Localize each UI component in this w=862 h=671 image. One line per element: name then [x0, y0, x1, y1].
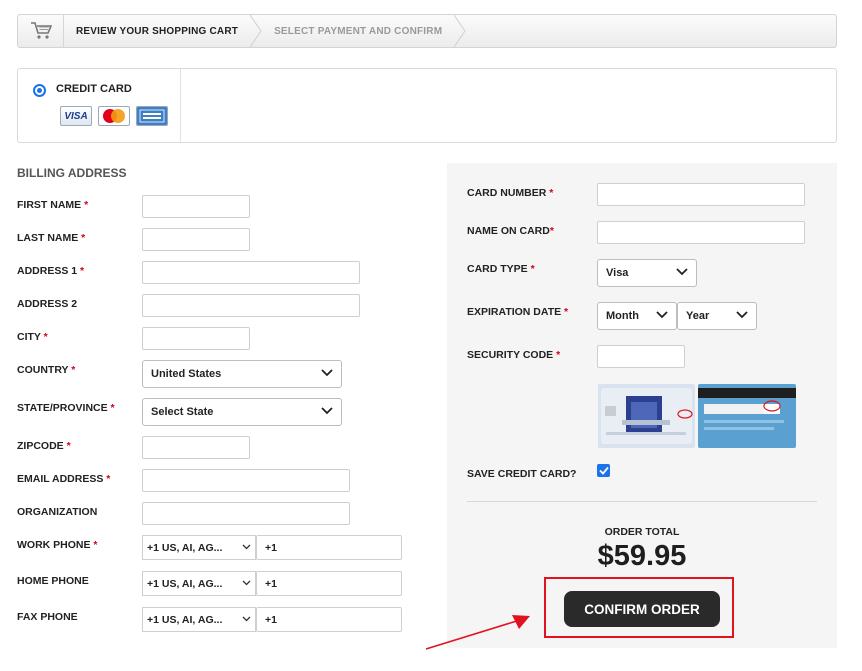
- credit-card-radio[interactable]: [33, 84, 46, 97]
- security-code-label: SECURITY CODE *: [467, 349, 561, 361]
- order-total-value: $59.95: [597, 540, 687, 572]
- card-number-input[interactable]: [597, 183, 805, 206]
- last-name-label: LAST NAME *: [17, 232, 86, 244]
- amex-security-code-illustration: [598, 384, 695, 448]
- home-phone-input[interactable]: +1: [256, 571, 402, 596]
- card-type-select[interactable]: Visa: [597, 259, 697, 287]
- address2-input[interactable]: [142, 294, 360, 317]
- expiration-month-value: Month: [606, 310, 639, 322]
- chevron-down-icon: [242, 616, 251, 622]
- state-label: STATE/PROVINCE *: [17, 402, 115, 414]
- chevron-down-icon: [676, 268, 688, 276]
- check-icon: [598, 466, 609, 475]
- card-number-label: CARD NUMBER *: [467, 187, 554, 199]
- email-label: EMAIL ADDRESS *: [17, 473, 111, 485]
- chevron-down-icon: [321, 407, 333, 415]
- card-type-value: Visa: [606, 267, 629, 279]
- expiration-year-select[interactable]: Year: [677, 302, 757, 330]
- breadcrumb-separator-icon: [454, 15, 466, 47]
- breadcrumb-separator-icon: [250, 15, 262, 47]
- name-on-card-label: NAME ON CARD*: [467, 225, 554, 237]
- mastercard-logo-icon: [98, 106, 130, 126]
- work-phone-input[interactable]: +1: [256, 535, 402, 560]
- country-label: COUNTRY *: [17, 364, 76, 376]
- chevron-down-icon: [242, 580, 251, 586]
- address1-label: ADDRESS 1 *: [17, 265, 85, 277]
- first-name-input[interactable]: [142, 195, 250, 218]
- chevron-down-icon: [321, 369, 333, 377]
- work-phone-label: WORK PHONE *: [17, 539, 98, 551]
- credit-card-option[interactable]: CREDIT CARD VISA: [18, 69, 181, 142]
- save-card-label: SAVE CREDIT CARD?: [467, 468, 577, 480]
- breadcrumb-step-payment: SELECT PAYMENT AND CONFIRM: [274, 25, 443, 37]
- confirm-order-button[interactable]: CONFIRM ORDER: [564, 591, 720, 627]
- chevron-down-icon: [656, 311, 668, 319]
- breadcrumb-step-review-cart[interactable]: REVIEW YOUR SHOPPING CART: [64, 15, 250, 47]
- country-select[interactable]: United States: [142, 360, 342, 388]
- city-input[interactable]: [142, 327, 250, 350]
- state-select-value: Select State: [151, 406, 214, 418]
- chevron-down-icon: [736, 311, 748, 319]
- visa-logo-icon: VISA: [60, 106, 92, 126]
- expiration-date-label: EXPIRATION DATE *: [467, 306, 569, 318]
- address2-label: ADDRESS 2: [17, 298, 78, 310]
- last-name-input[interactable]: [142, 228, 250, 251]
- home-phone-label: HOME PHONE: [17, 575, 89, 587]
- expiration-month-select[interactable]: Month: [597, 302, 677, 330]
- zipcode-input[interactable]: [142, 436, 250, 459]
- expiration-year-value: Year: [686, 310, 710, 322]
- card-logos: VISA: [60, 106, 168, 126]
- billing-address-title: BILLING ADDRESS: [17, 166, 127, 180]
- name-on-card-input[interactable]: [597, 221, 805, 244]
- country-select-value: United States: [151, 368, 222, 380]
- credit-card-label: CREDIT CARD: [56, 83, 132, 95]
- zipcode-label: ZIPCODE *: [17, 440, 71, 452]
- fax-phone-prefix: +1: [265, 613, 277, 626]
- state-select[interactable]: Select State: [142, 398, 342, 426]
- card-type-label: CARD TYPE *: [467, 263, 535, 275]
- organization-label: ORGANIZATION: [17, 506, 98, 518]
- city-label: CITY *: [17, 331, 48, 343]
- work-phone-country-value: +1 US, AI, AG...: [147, 541, 223, 554]
- chevron-down-icon: [242, 544, 251, 550]
- first-name-label: FIRST NAME *: [17, 199, 89, 211]
- email-input[interactable]: [142, 469, 350, 492]
- fax-phone-label: FAX PHONE: [17, 611, 78, 623]
- work-phone-prefix: +1: [265, 541, 277, 554]
- address1-input[interactable]: [142, 261, 360, 284]
- payment-method-panel: CREDIT CARD VISA: [17, 68, 837, 143]
- annotation-arrow-icon: [425, 615, 530, 650]
- save-card-checkbox[interactable]: [597, 464, 610, 477]
- fax-phone-country-value: +1 US, AI, AG...: [147, 613, 223, 626]
- work-phone-country-select[interactable]: +1 US, AI, AG...: [142, 535, 256, 560]
- confirm-order-highlight: CONFIRM ORDER: [544, 577, 734, 638]
- home-phone-country-select[interactable]: +1 US, AI, AG...: [142, 571, 256, 596]
- cart-icon: [18, 15, 64, 47]
- fax-phone-country-select[interactable]: +1 US, AI, AG...: [142, 607, 256, 632]
- amex-logo-icon: [136, 106, 168, 126]
- home-phone-country-value: +1 US, AI, AG...: [147, 577, 223, 590]
- organization-input[interactable]: [142, 502, 350, 525]
- order-total-label: ORDER TOTAL: [604, 526, 680, 538]
- fax-phone-input[interactable]: +1: [256, 607, 402, 632]
- card-details-panel: CARD NUMBER * NAME ON CARD* CARD TYPE * …: [447, 163, 837, 648]
- card-back-security-code-illustration: [698, 384, 796, 448]
- divider: [467, 501, 817, 502]
- home-phone-prefix: +1: [265, 577, 277, 590]
- checkout-breadcrumb: REVIEW YOUR SHOPPING CART SELECT PAYMENT…: [17, 14, 837, 48]
- security-code-input[interactable]: [597, 345, 685, 368]
